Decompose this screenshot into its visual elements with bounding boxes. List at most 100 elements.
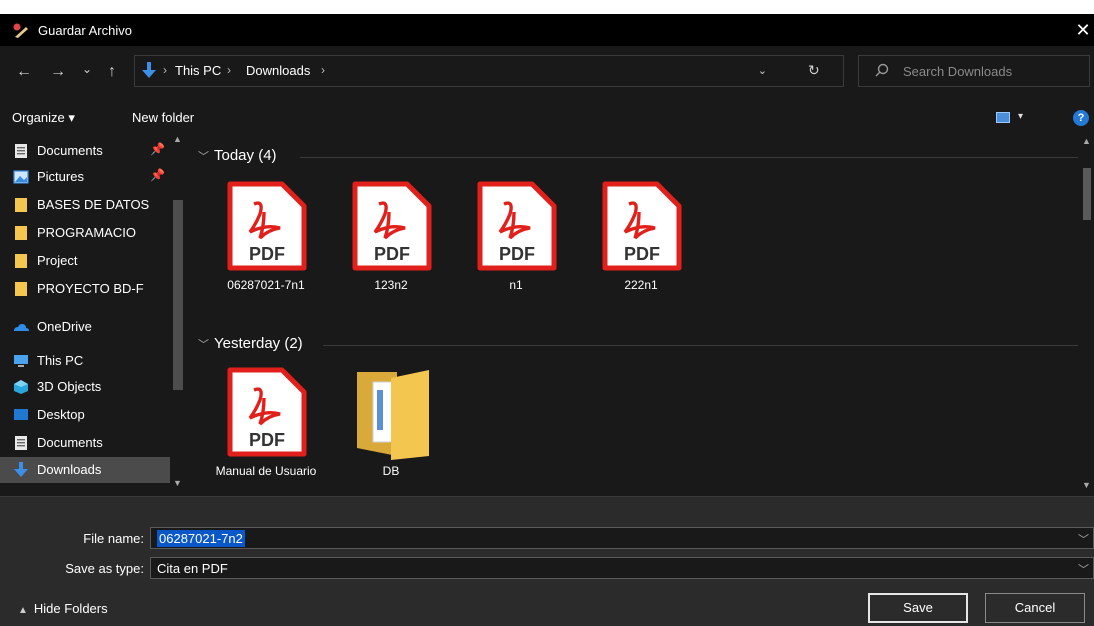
save-type-select[interactable]: Cita en PDF ﹀	[150, 557, 1094, 579]
file-name: Manual de Usuario	[215, 464, 317, 478]
close-button[interactable]: ✕	[1072, 14, 1094, 46]
sidebar-item-project[interactable]: Project	[0, 248, 180, 274]
chevron-down-icon[interactable]: ﹀	[1078, 531, 1089, 547]
breadcrumb-separator: ›	[321, 63, 325, 77]
save-type-value: Cita en PDF	[157, 561, 228, 576]
sidebar-item-bases-de-datos[interactable]: BASES DE DATOS	[0, 192, 180, 218]
refresh-button[interactable]: ↻	[808, 62, 820, 79]
new-folder-button[interactable]: New folder	[132, 110, 194, 125]
documents-icon	[15, 144, 27, 158]
group-label: Yesterday (2)	[214, 335, 303, 352]
sidebar-item-label: Project	[37, 253, 78, 268]
app-icon	[13, 23, 28, 38]
3d-objects-icon	[14, 380, 28, 394]
file-list-scroll-thumb[interactable]	[1083, 168, 1091, 220]
cancel-button[interactable]: Cancel	[985, 593, 1085, 623]
sidebar-item-proyecto-bd[interactable]: PROYECTO BD-F	[0, 276, 180, 302]
sidebar-item-label: Documents	[37, 143, 103, 158]
view-options-icon[interactable]	[996, 112, 1010, 123]
file-name: 06287021-7n1	[227, 278, 305, 292]
sidebar-item-desktop[interactable]: Desktop	[0, 402, 180, 428]
view-options-dropdown[interactable]: ▾	[1018, 111, 1023, 122]
chevron-down-icon: ﹀	[198, 151, 209, 163]
organize-button[interactable]: Organize ▾	[12, 110, 75, 126]
pdf-file-icon: PDF	[602, 181, 682, 271]
svg-text:PDF: PDF	[249, 430, 285, 450]
sidebar-item-downloads[interactable]: Downloads	[0, 457, 180, 483]
pdf-file-icon: PDF	[227, 181, 307, 271]
svg-text:PDF: PDF	[499, 244, 535, 264]
forward-button[interactable]: →	[48, 61, 68, 83]
file-item[interactable]: PDF 06287021-7n1	[192, 180, 307, 312]
title-bar: Guardar Archivo ✕	[0, 14, 1094, 46]
sidebar-item-documents[interactable]: Documents	[0, 430, 180, 456]
onedrive-icon	[14, 324, 29, 331]
file-list-scrollbar[interactable]: ▲ ▼	[1080, 134, 1094, 496]
address-bar[interactable]: › This PC › Downloads › ⌄	[134, 55, 844, 87]
file-item[interactable]: PDF n1	[442, 180, 557, 312]
sidebar-scroll-thumb[interactable]	[173, 200, 183, 390]
downloads-arrow-icon	[142, 62, 156, 78]
sidebar-item-label: This PC	[37, 353, 84, 368]
file-name-field[interactable]: 06287021-7n2 ﹀	[150, 527, 1094, 549]
pdf-file-icon: PDF	[227, 367, 307, 457]
pin-icon: 📌	[150, 142, 165, 156]
file-item[interactable]: PDF 222n1	[567, 180, 682, 312]
sidebar-scrollbar[interactable]: ▲ ▼	[170, 134, 186, 496]
navigation-pane: Documents 📌 Pictures 📌 BASES DE DATOS PR…	[0, 134, 192, 496]
group-header-yesterday[interactable]: ﹀ Yesterday (2)	[198, 332, 1078, 356]
sidebar-item-3d-objects[interactable]: 3D Objects	[0, 374, 180, 400]
group-header-today[interactable]: ﹀ Today (4)	[198, 144, 1078, 168]
pictures-icon	[13, 170, 29, 184]
file-item[interactable]: PDF 123n2	[317, 180, 432, 312]
help-icon[interactable]: ?	[1073, 110, 1089, 126]
sidebar-item-pictures[interactable]: Pictures 📌	[0, 164, 180, 190]
folder-icon	[15, 254, 27, 268]
chevron-down-icon[interactable]: ﹀	[1078, 561, 1089, 577]
hide-folders-button[interactable]: ▲ Hide Folders	[18, 601, 108, 616]
breadcrumb-separator: ›	[163, 63, 167, 77]
up-button[interactable]: ↑	[102, 61, 122, 83]
sidebar-item-label: PROGRAMACIO	[37, 225, 136, 240]
breadcrumb-this-pc[interactable]: This PC	[175, 63, 221, 78]
sidebar-item-label: PROYECTO BD-F	[37, 281, 144, 296]
save-options-panel: File name: 06287021-7n2 ﹀ Save as type: …	[0, 496, 1094, 626]
file-item[interactable]: DB	[317, 366, 429, 496]
back-button[interactable]: ←	[14, 61, 34, 83]
sidebar-item-label: Desktop	[37, 407, 85, 422]
file-name-value: 06287021-7n2	[157, 530, 245, 547]
address-dropdown-button[interactable]: ⌄	[758, 64, 767, 77]
svg-text:PDF: PDF	[624, 244, 660, 264]
sidebar-item-label: Pictures	[37, 169, 84, 184]
save-button[interactable]: Save	[868, 593, 968, 623]
scroll-up-arrow[interactable]: ▲	[1082, 136, 1091, 146]
pin-icon: 📌	[150, 168, 165, 182]
breadcrumb-downloads[interactable]: Downloads	[246, 63, 310, 78]
chevron-up-icon: ▲	[18, 605, 28, 616]
sidebar-item-label: BASES DE DATOS	[37, 197, 150, 212]
sidebar-item-label: 3D Objects	[37, 379, 102, 394]
chevron-down-icon: ﹀	[198, 339, 209, 351]
file-list: ﹀ Today (4) PDF 06287021-7n1 PDF 123n2 P…	[192, 134, 1094, 496]
command-toolbar: Organize ▾ New folder ▾ ?	[0, 102, 1094, 134]
sidebar-item-this-pc[interactable]: This PC	[0, 348, 180, 374]
svg-text:PDF: PDF	[374, 244, 410, 264]
folder-icon	[357, 370, 429, 460]
save-file-dialog: Guardar Archivo ✕ ← → ⌄ ↑ › This PC › Do…	[0, 14, 1094, 626]
navigation-bar: ← → ⌄ ↑ › This PC › Downloads › ⌄ ↻ Sear…	[0, 46, 1094, 96]
file-name-label: File name:	[83, 531, 144, 546]
file-name: 123n2	[374, 278, 408, 292]
sidebar-item-onedrive[interactable]: OneDrive	[0, 314, 180, 340]
scroll-down-arrow[interactable]: ▼	[173, 478, 182, 488]
sidebar-item-documents-quick[interactable]: Documents 📌	[0, 138, 180, 164]
search-input[interactable]: Search Downloads	[858, 55, 1090, 87]
search-icon	[875, 63, 889, 77]
scroll-down-arrow[interactable]: ▼	[1082, 480, 1091, 490]
file-name: n1	[509, 278, 523, 292]
sidebar-item-programacio[interactable]: PROGRAMACIO	[0, 220, 180, 246]
recent-locations-button[interactable]: ⌄	[80, 58, 94, 80]
desktop-icon	[14, 409, 28, 420]
scroll-up-arrow[interactable]: ▲	[173, 134, 182, 144]
this-pc-icon	[14, 355, 28, 367]
file-item[interactable]: PDF Manual de Usuario	[192, 366, 316, 496]
